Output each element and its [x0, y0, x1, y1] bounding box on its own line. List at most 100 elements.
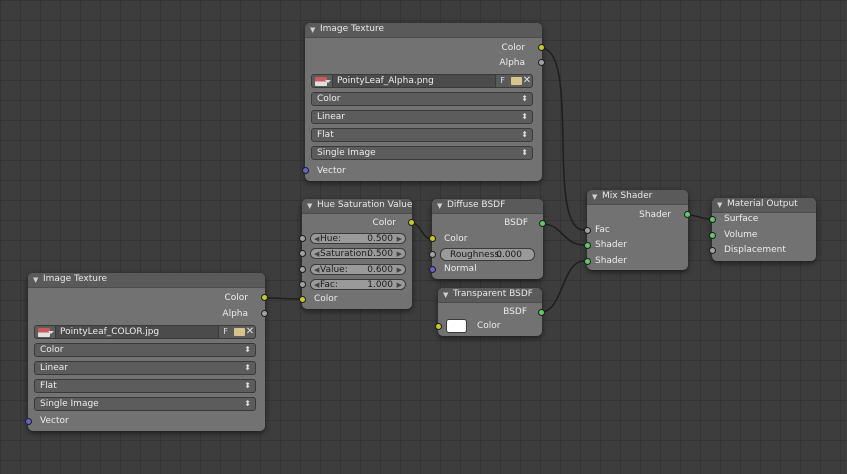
- input-surface-label: Surface: [724, 214, 759, 224]
- material-output-node[interactable]: ▼ Material Output Surface Volume Displac…: [709, 198, 816, 261]
- dropdown-arrow-icon: ⬍: [521, 94, 528, 103]
- output-color-socket[interactable]: [538, 44, 545, 51]
- interpolation-dropdown[interactable]: Linear ⬍: [311, 110, 533, 124]
- color-space-dropdown[interactable]: Color ⬍: [311, 92, 533, 106]
- image-name-field[interactable]: PointyLeaf_Alpha.png: [332, 75, 495, 87]
- image-selector[interactable]: PointyLeaf_Alpha.png F ✕: [311, 74, 533, 88]
- saturation-slider[interactable]: ◀ Saturation: 0.500 ▶: [310, 248, 406, 259]
- slider-label: Roughness:: [450, 250, 503, 260]
- output-shader-label: Shader: [639, 210, 671, 220]
- input-vector-socket[interactable]: [302, 167, 309, 174]
- increment-arrow-icon[interactable]: ▶: [397, 280, 402, 290]
- output-bsdf-socket[interactable]: [539, 220, 546, 227]
- input-value-socket[interactable]: [299, 266, 306, 273]
- node-header[interactable]: ▼ Image Texture: [28, 273, 265, 288]
- node-header[interactable]: ▼ Hue Saturation Value: [302, 199, 412, 214]
- transparent-bsdf-node[interactable]: ▼ Transparent BSDF BSDF Color: [435, 288, 545, 336]
- input-hue-socket[interactable]: [299, 235, 306, 242]
- input-surface-socket[interactable]: [709, 216, 716, 223]
- fake-user-button[interactable]: F: [495, 75, 509, 87]
- image-texture-color-node[interactable]: ▼ Image Texture Color Alpha PointyLeaf_C…: [25, 273, 268, 431]
- output-color-socket[interactable]: [408, 219, 415, 226]
- increment-arrow-icon[interactable]: ▶: [397, 265, 402, 275]
- value-slider[interactable]: ◀ Value: 0.600 ▶: [310, 264, 406, 275]
- node-title: Image Texture: [320, 24, 384, 34]
- projection-dropdown[interactable]: Flat ⬍: [34, 379, 256, 393]
- decrement-arrow-icon[interactable]: ◀: [314, 249, 319, 259]
- collapse-triangle-icon[interactable]: ▼: [717, 201, 722, 209]
- node-header[interactable]: ▼ Image Texture: [305, 23, 542, 38]
- output-alpha-socket[interactable]: [261, 310, 268, 317]
- mix-shader-node[interactable]: ▼ Mix Shader Shader Fac Shader Shader: [584, 190, 691, 270]
- dropdown-arrow-icon: ⬍: [244, 381, 251, 390]
- dropdown-value: Flat: [40, 381, 57, 391]
- projection-dropdown[interactable]: Flat ⬍: [311, 128, 533, 142]
- link-transparent-bsdf-to-mix-shader-2: [540, 260, 585, 313]
- dropdown-value: Color: [317, 94, 341, 104]
- input-displacement-socket[interactable]: [709, 247, 716, 254]
- slider-value: 0.600: [367, 265, 393, 275]
- node-title: Diffuse BSDF: [447, 200, 506, 210]
- input-shader-1-socket[interactable]: [584, 242, 591, 249]
- output-alpha-socket[interactable]: [538, 59, 545, 66]
- collapse-triangle-icon[interactable]: ▼: [592, 193, 597, 201]
- node-header[interactable]: ▼ Mix Shader: [587, 190, 688, 205]
- input-roughness-socket[interactable]: [429, 251, 436, 258]
- node-header[interactable]: ▼ Material Output: [712, 198, 816, 213]
- output-bsdf-socket[interactable]: [538, 309, 545, 316]
- output-bsdf-label: BSDF: [504, 218, 528, 228]
- image-selector[interactable]: PointyLeaf_COLOR.jpg F ✕: [34, 325, 256, 339]
- source-dropdown[interactable]: Single Image ⬍: [34, 397, 256, 411]
- input-fac-socket[interactable]: [584, 227, 591, 234]
- image-browse-icon[interactable]: [315, 77, 331, 86]
- collapse-triangle-icon[interactable]: ▼: [437, 202, 442, 210]
- output-alpha-label: Alpha: [499, 58, 525, 68]
- image-texture-alpha-node[interactable]: ▼ Image Texture Color Alpha PointyLeaf_A…: [302, 23, 545, 181]
- input-color-label: Color: [444, 234, 468, 244]
- input-shader-2-label: Shader: [595, 256, 627, 266]
- color-space-dropdown[interactable]: Color ⬍: [34, 343, 256, 357]
- color-swatch[interactable]: [446, 319, 467, 333]
- increment-arrow-icon[interactable]: ▶: [397, 234, 402, 244]
- input-saturation-socket[interactable]: [299, 250, 306, 257]
- decrement-arrow-icon[interactable]: ◀: [314, 265, 319, 275]
- decrement-arrow-icon[interactable]: ◀: [314, 234, 319, 244]
- increment-arrow-icon[interactable]: ▶: [397, 249, 402, 259]
- collapse-triangle-icon[interactable]: ▼: [443, 291, 448, 299]
- input-normal-socket[interactable]: [429, 266, 436, 273]
- diffuse-bsdf-node[interactable]: ▼ Diffuse BSDF BSDF Color Roughness: 0.0…: [429, 199, 546, 279]
- output-bsdf-label: BSDF: [503, 307, 527, 317]
- output-color-socket[interactable]: [261, 294, 268, 301]
- node-header[interactable]: ▼ Transparent BSDF: [438, 288, 542, 303]
- roughness-slider[interactable]: Roughness: 0.000: [440, 248, 535, 261]
- fake-user-button[interactable]: F: [218, 326, 232, 338]
- node-header[interactable]: ▼ Diffuse BSDF: [432, 199, 543, 214]
- hue-slider[interactable]: ◀ Hue: 0.500 ▶: [310, 233, 406, 244]
- unlink-x-icon[interactable]: ✕: [244, 326, 256, 338]
- input-vector-label: Vector: [40, 416, 69, 426]
- interpolation-dropdown[interactable]: Linear ⬍: [34, 361, 256, 375]
- input-color-socket[interactable]: [299, 296, 306, 303]
- source-dropdown[interactable]: Single Image ⬍: [311, 146, 533, 160]
- input-volume-socket[interactable]: [709, 232, 716, 239]
- image-browse-icon[interactable]: [38, 328, 54, 337]
- input-normal-label: Normal: [444, 264, 477, 274]
- output-shader-socket[interactable]: [684, 211, 691, 218]
- input-color-socket[interactable]: [429, 235, 436, 242]
- decrement-arrow-icon[interactable]: ◀: [314, 280, 319, 290]
- collapse-triangle-icon[interactable]: ▼: [33, 276, 38, 284]
- dropdown-arrow-icon: ⬍: [521, 148, 528, 157]
- dropdown-arrow-icon: ⬍: [244, 399, 251, 408]
- input-shader-1-label: Shader: [595, 240, 627, 250]
- unlink-x-icon[interactable]: ✕: [521, 75, 533, 87]
- input-vector-socket[interactable]: [25, 418, 32, 425]
- image-name-field[interactable]: PointyLeaf_COLOR.jpg: [55, 326, 218, 338]
- input-shader-2-socket[interactable]: [584, 258, 591, 265]
- collapse-triangle-icon[interactable]: ▼: [310, 26, 315, 34]
- input-color-socket[interactable]: [435, 323, 442, 330]
- image-name: PointyLeaf_Alpha.png: [337, 76, 434, 86]
- hue-saturation-value-node[interactable]: ▼ Hue Saturation Value Color ◀ Hue: 0.50…: [299, 199, 415, 309]
- input-fac-socket[interactable]: [299, 281, 306, 288]
- collapse-triangle-icon[interactable]: ▼: [307, 202, 312, 210]
- fac-slider[interactable]: ◀ Fac: 1.000 ▶: [310, 279, 406, 290]
